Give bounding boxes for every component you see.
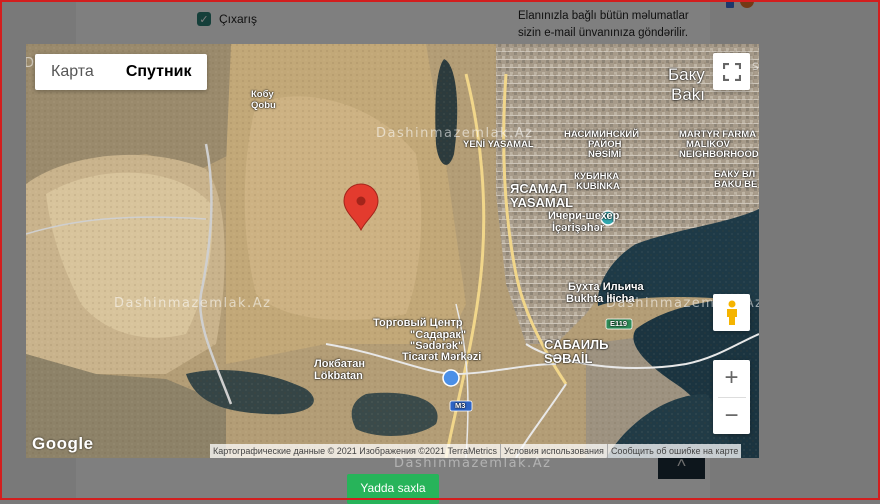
street-view-button[interactable] (713, 294, 750, 331)
zoom-out-button[interactable]: − (713, 397, 750, 434)
label-icheri-az: İçərişəhər (552, 222, 604, 234)
label-yasamal-ru: ЯСАМАЛ (510, 181, 568, 196)
label-lokbatan-az: Lökbatan (314, 370, 363, 382)
watermark-4: Dashinmazemlak.Az (114, 296, 272, 311)
label-icheri-ru: Ичери-шехер (548, 210, 620, 222)
label-road-e119: E119 (610, 319, 628, 328)
label-bakuvla-2: BAKU BE (714, 179, 758, 190)
map-type-control[interactable]: Карта Спутник (35, 54, 208, 90)
google-logo: Google (32, 434, 94, 453)
label-sadarak-4: Ticarət Mərkəzi (402, 351, 482, 363)
pegman-icon (726, 300, 737, 325)
tab-satellite[interactable]: Спутник (110, 54, 208, 90)
label-bukta-ru: Бухта Ильича (568, 281, 644, 293)
label-kubinka-az: KUBİNKA (576, 181, 620, 192)
label-sadarak-1: Торговый Центр (373, 317, 463, 329)
label-sabail-ru: САБАИЛЬ (544, 337, 609, 352)
label-baku-az: Bakı (671, 85, 706, 104)
watermark-bottom: Dashinmazemlak.Az (394, 456, 552, 471)
label-road-m3: M3 (455, 401, 466, 410)
tab-map[interactable]: Карта (35, 54, 110, 90)
label-lokbatan-ru: Локбатан (314, 358, 366, 370)
label-yeni-yasamal: YENİ YASAMAL (463, 139, 534, 150)
map-modal[interactable]: Баку Bakı Кобу Qobu YENİ YASAMAL НАСИМИН… (26, 44, 759, 458)
label-yasamal-az: YASAMAL (510, 195, 574, 210)
label-nasimi-az: NƏSİMİ (588, 149, 622, 160)
watermark-3: Dashinmazemlak.Az (376, 126, 534, 141)
fullscreen-button[interactable] (713, 53, 750, 90)
report-error-link[interactable]: Сообщить об ошибке на карте (608, 444, 741, 458)
label-kobu-1: Кобу (251, 89, 274, 100)
zoom-in-button[interactable]: + (713, 360, 750, 397)
label-martyr-3: NEIGHBORHOOD (679, 149, 759, 160)
label-sabail-az: SƏBAİL (544, 351, 593, 366)
fullscreen-icon (722, 62, 741, 81)
label-baku-ru: Баку (668, 65, 705, 84)
label-kobu-2: Qobu (251, 100, 276, 111)
zoom-control[interactable]: + − (713, 360, 750, 434)
satellite-map[interactable] (26, 44, 759, 458)
